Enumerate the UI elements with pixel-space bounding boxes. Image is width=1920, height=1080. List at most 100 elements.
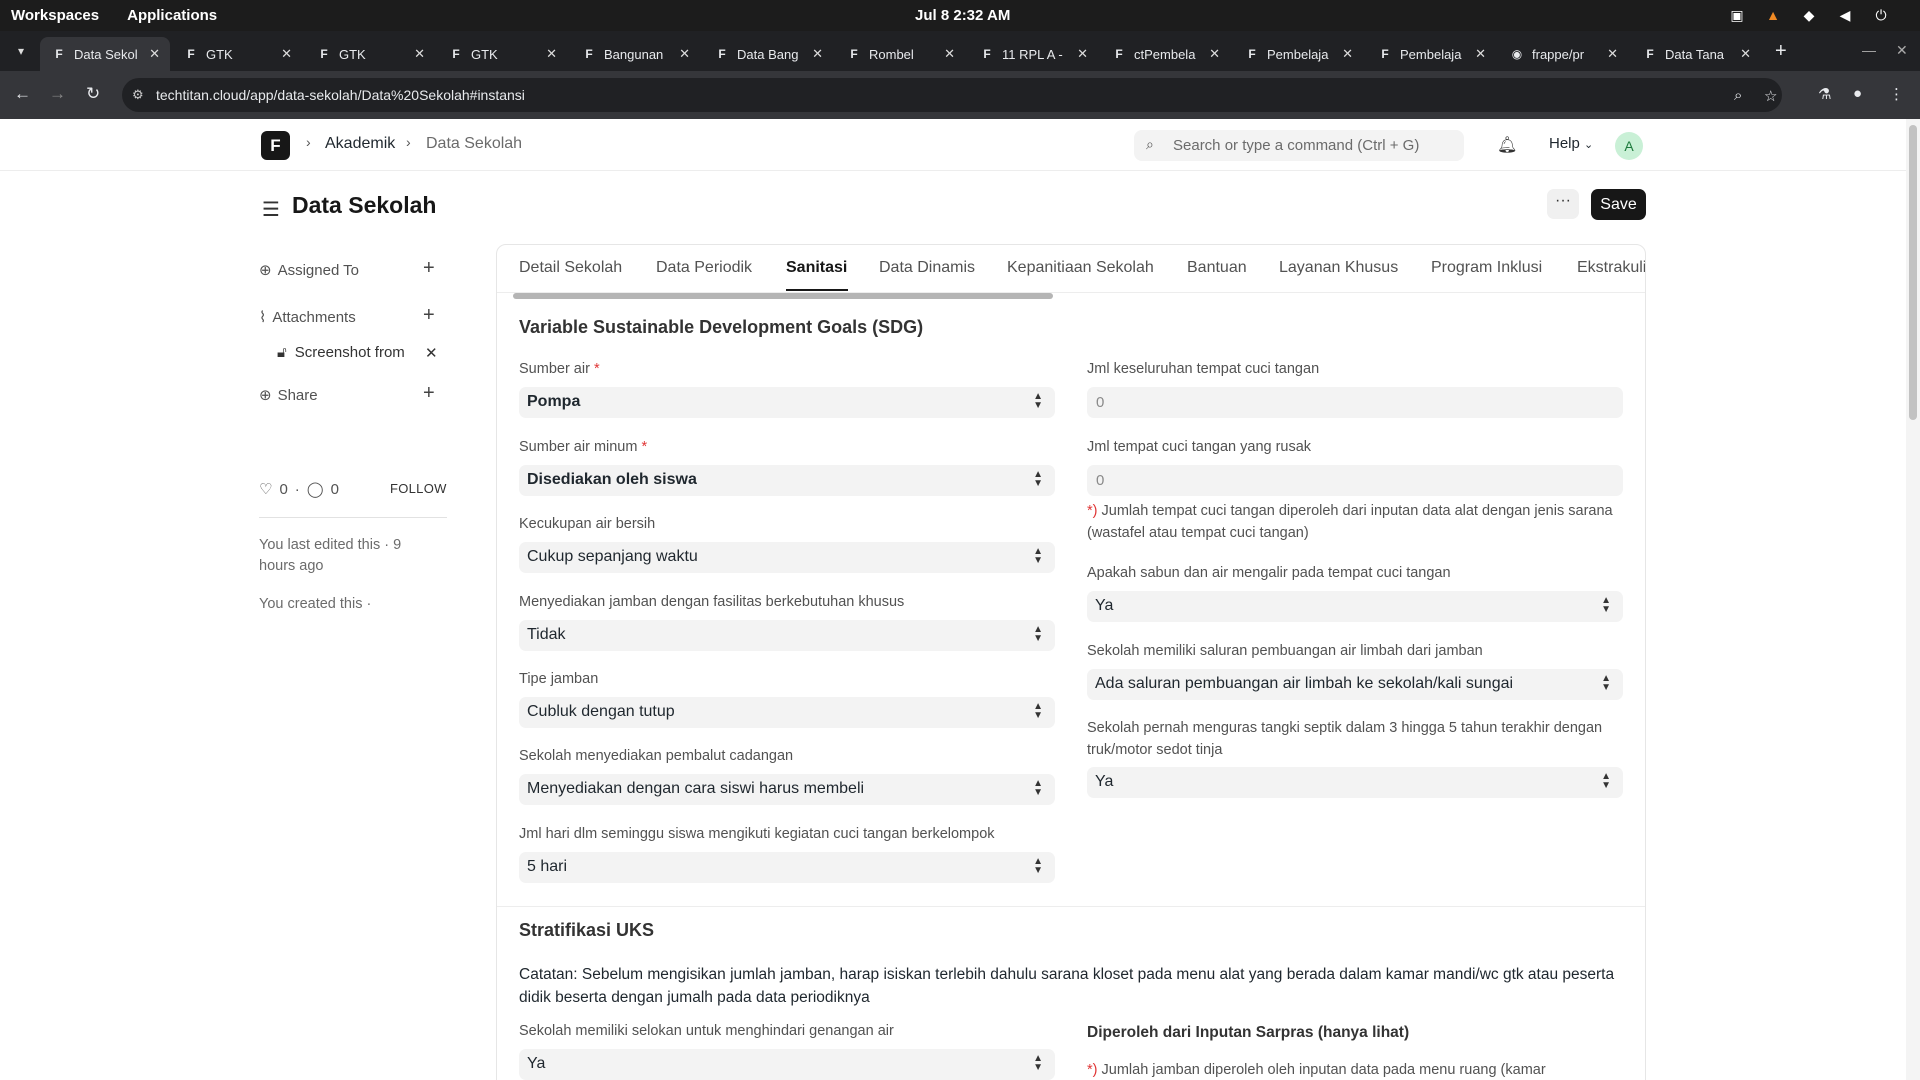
active-tab-indicator xyxy=(786,289,848,291)
pembalut-select[interactable]: Menyediakan dengan cara siswi harus memb… xyxy=(519,774,1055,805)
browser-tab[interactable]: F 11 RPL A - ✕ xyxy=(968,37,1098,71)
avatar[interactable]: A xyxy=(1615,132,1643,160)
kecukupan-air-select[interactable]: Cukup sepanjang waktu ▲ ▼ xyxy=(519,542,1055,573)
close-window-icon[interactable]: ✕ xyxy=(1896,42,1908,59)
labs-flask-icon[interactable]: ⚗ xyxy=(1818,85,1831,103)
omnibox[interactable]: ⚙ techtitan.cloud/app/data-sekolah/Data%… xyxy=(122,78,1782,112)
new-tab-button[interactable]: + xyxy=(1775,41,1787,61)
vlc-icon[interactable]: ▲ xyxy=(1764,6,1782,24)
bookmark-star-icon[interactable]: ☆ xyxy=(1764,87,1777,105)
cuci-tangan-hari-select[interactable]: 5 hari ▲ ▼ xyxy=(519,852,1055,883)
tipe-jamban-select[interactable]: Cubluk dengan tutup ▲ ▼ xyxy=(519,697,1055,728)
browser-menu-icon[interactable]: ⋮ xyxy=(1889,85,1904,103)
browser-tab[interactable]: F Bangunan ✕ xyxy=(570,37,700,71)
add-assignment-button[interactable]: + xyxy=(423,257,435,280)
minimize-icon[interactable]: — xyxy=(1862,42,1876,58)
tab-close-icon[interactable]: ✕ xyxy=(1209,46,1220,62)
septik-select[interactable]: Ya ▲ ▼ xyxy=(1087,767,1623,798)
tab-search-icon[interactable]: ▾ xyxy=(11,41,31,61)
browser-tab[interactable]: F Data Sekol ✕ xyxy=(40,37,170,71)
sabun-label: Apakah sabun dan air mengalir pada tempa… xyxy=(1087,565,1451,581)
profile-icon[interactable]: ● xyxy=(1853,85,1862,102)
tab-close-icon[interactable]: ✕ xyxy=(1077,46,1088,62)
tabs-horizontal-scrollbar[interactable] xyxy=(513,293,1053,299)
breadcrumb-data-sekolah[interactable]: Data Sekolah xyxy=(426,135,522,153)
tab-close-icon[interactable]: ✕ xyxy=(944,46,955,62)
cuci-rusak-input[interactable]: 0 xyxy=(1087,465,1623,496)
heart-icon[interactable]: ♡ xyxy=(259,480,272,498)
tab-close-icon[interactable]: ✕ xyxy=(281,46,292,62)
sumber-air-select[interactable]: Pompa ▲ ▼ xyxy=(519,387,1055,418)
site-info-icon[interactable]: ⚙ xyxy=(132,87,144,103)
browser-tab[interactable]: F GTK ✕ xyxy=(172,37,302,71)
tab-program-inklusi[interactable]: Program Inklusi xyxy=(1431,259,1542,277)
attachments-row[interactable]: ⌇ Attachments xyxy=(259,308,356,327)
tab-detail-sekolah[interactable]: Detail Sekolah xyxy=(519,259,622,277)
browser-tab[interactable]: F GTK ✕ xyxy=(437,37,567,71)
tab-close-icon[interactable]: ✕ xyxy=(149,46,160,62)
browser-tab[interactable]: F Data Tana ✕ xyxy=(1631,37,1761,71)
tab-ekstrakurikuler[interactable]: Ekstrakuli xyxy=(1577,259,1645,277)
tab-close-icon[interactable]: ✕ xyxy=(546,46,557,62)
tab-close-icon[interactable]: ✕ xyxy=(812,46,823,62)
saluran-select[interactable]: Ada saluran pembuangan air limbah ke sek… xyxy=(1087,669,1623,700)
browser-tab[interactable]: F Rombel ✕ xyxy=(835,37,965,71)
selokan-select[interactable]: Ya ▲ ▼ xyxy=(519,1049,1055,1080)
sumber-air-minum-select[interactable]: Disediakan oleh siswa ▲ ▼ xyxy=(519,465,1055,496)
forward-icon[interactable]: → xyxy=(49,84,66,104)
tab-close-icon[interactable]: ✕ xyxy=(1475,46,1486,62)
tab-sanitasi[interactable]: Sanitasi xyxy=(786,259,847,277)
attachment-item[interactable]: 🔓︎ Screenshot from xyxy=(277,344,405,361)
browser-tab[interactable]: F Pembelaja ✕ xyxy=(1233,37,1363,71)
notification-bell-icon[interactable]: 🔔︎ xyxy=(1497,135,1517,155)
jamban-khusus-select[interactable]: Tidak ▲ ▼ xyxy=(519,620,1055,651)
browser-tab[interactable]: F Pembelaja ✕ xyxy=(1366,37,1496,71)
tab-layanan-khusus[interactable]: Layanan Khusus xyxy=(1279,259,1398,277)
browser-tab[interactable]: ◉ frappe/pr ✕ xyxy=(1498,37,1628,71)
tab-kepanitiaan-sekolah[interactable]: Kepanitiaan Sekolah xyxy=(1007,259,1154,277)
cuci-total-input[interactable]: 0 xyxy=(1087,387,1623,418)
help-dropdown[interactable]: Help ⌄ xyxy=(1549,135,1593,152)
tab-close-icon[interactable]: ✕ xyxy=(1342,46,1353,62)
applications-menu[interactable]: Applications xyxy=(127,7,217,24)
more-actions-button[interactable]: ··· xyxy=(1547,189,1579,219)
sumber-air-minum-value: Disediakan oleh siswa xyxy=(527,471,697,488)
tab-close-icon[interactable]: ✕ xyxy=(1607,46,1618,62)
assigned-to-row[interactable]: ⊕ Assigned To xyxy=(259,261,359,280)
tab-close-icon[interactable]: ✕ xyxy=(679,46,690,62)
zoom-icon[interactable]: ⌕ xyxy=(1734,87,1742,104)
page-scrollbar-thumb[interactable] xyxy=(1909,125,1917,420)
volume-icon[interactable]: ◀ xyxy=(1836,6,1854,24)
browser-tab[interactable]: F GTK ✕ xyxy=(305,37,435,71)
chat-icon[interactable]: ▣ xyxy=(1728,6,1746,24)
tab-close-icon[interactable]: ✕ xyxy=(414,46,425,62)
browser-tab[interactable]: FctPembela ✕ xyxy=(1100,37,1230,71)
attachment-file-name[interactable]: Screenshot from xyxy=(295,344,405,361)
tab-data-dinamis[interactable]: Data Dinamis xyxy=(879,259,975,277)
save-button[interactable]: Save xyxy=(1591,189,1646,220)
add-share-button[interactable]: + xyxy=(423,382,435,405)
wifi-icon[interactable]: ◆ xyxy=(1800,6,1818,24)
tab-data-periodik[interactable]: Data Periodik xyxy=(656,259,752,277)
add-attachment-button[interactable]: + xyxy=(423,304,435,327)
follow-button[interactable]: FOLLOW xyxy=(390,481,447,496)
back-icon[interactable]: ← xyxy=(14,84,31,104)
reload-icon[interactable]: ↻ xyxy=(86,84,100,104)
breadcrumb-akademik[interactable]: Akademik xyxy=(325,135,395,153)
power-icon[interactable]: ⏻ xyxy=(1872,6,1890,24)
url-text[interactable]: techtitan.cloud/app/data-sekolah/Data%20… xyxy=(156,87,525,103)
tab-bantuan[interactable]: Bantuan xyxy=(1187,259,1247,277)
tab-close-icon[interactable]: ✕ xyxy=(1740,46,1751,62)
frappe-logo[interactable]: F xyxy=(261,131,290,160)
search-input[interactable]: ⌕ Search or type a command (Ctrl + G) xyxy=(1134,130,1464,161)
remove-attachment-icon[interactable]: ✕ xyxy=(425,344,438,362)
sumber-air-value: Pompa xyxy=(527,393,581,410)
clock[interactable]: Jul 8 2:32 AM xyxy=(915,7,1010,24)
sidebar-toggle-icon[interactable]: ☰ xyxy=(262,197,280,222)
workspaces-menu[interactable]: Workspaces xyxy=(11,7,99,24)
browser-tab[interactable]: F Data Bang ✕ xyxy=(703,37,833,71)
page-scrollbar[interactable] xyxy=(1906,119,1920,1080)
share-row[interactable]: ⊕ Share xyxy=(259,386,318,405)
sabun-select[interactable]: Ya ▲ ▼ xyxy=(1087,591,1623,622)
comment-icon[interactable]: ◯ xyxy=(307,480,324,498)
